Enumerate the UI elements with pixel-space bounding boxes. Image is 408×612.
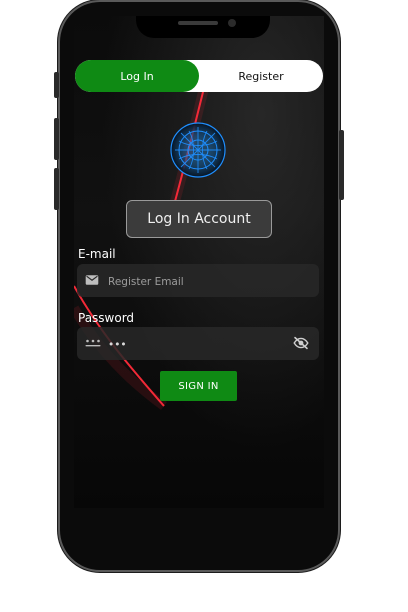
- mail-icon: [85, 275, 99, 285]
- phone-power-button: [339, 130, 344, 200]
- auth-tabs: Log In Register: [75, 60, 323, 92]
- phone-volume-down-button: [54, 168, 59, 210]
- password-field[interactable]: [77, 327, 319, 362]
- phone-side-button: [54, 72, 59, 98]
- visibility-off-icon[interactable]: [293, 336, 309, 350]
- login-account-title: Log In Account: [126, 200, 272, 238]
- phone-camera: [228, 19, 236, 27]
- email-field[interactable]: [77, 264, 319, 299]
- phone-speaker: [178, 21, 218, 25]
- signin-button[interactable]: SIGN IN: [160, 371, 237, 401]
- email-label: E-mail: [78, 247, 116, 261]
- password-input[interactable]: [106, 327, 290, 362]
- email-input[interactable]: [106, 264, 290, 299]
- password-label: Password: [78, 311, 135, 325]
- phone-notch: [136, 16, 270, 38]
- phone-volume-up-button: [54, 118, 59, 160]
- logo-icon: [170, 122, 226, 178]
- tab-login[interactable]: Log In: [75, 60, 199, 92]
- password-dots-icon: [85, 339, 101, 347]
- tab-register[interactable]: Register: [199, 60, 323, 92]
